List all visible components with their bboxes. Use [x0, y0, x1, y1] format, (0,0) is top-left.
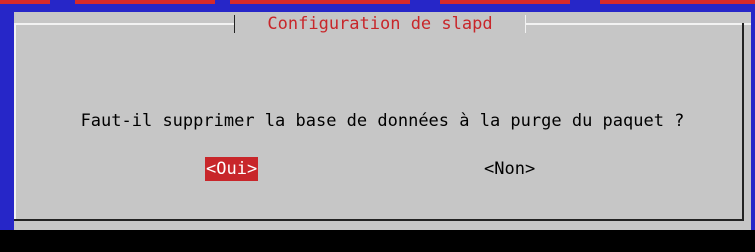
terminal-background-left [0, 12, 14, 230]
terminal-background-top [0, 0, 755, 12]
dialog-title: Configuration de slapd [235, 12, 525, 36]
red-line-artifact [440, 0, 570, 4]
yes-button[interactable]: <Oui> [205, 157, 259, 181]
dialog-question: Faut-il supprimer la base de données à l… [80, 111, 685, 131]
red-line-artifact [230, 0, 410, 4]
terminal-background-right [751, 12, 755, 230]
dialog-frame-top-left [14, 23, 235, 25]
red-line-artifact [0, 0, 50, 4]
dialog-frame-bottom [14, 219, 744, 221]
dialog-shadow [0, 230, 755, 252]
red-line-artifact [75, 0, 215, 4]
no-button[interactable]: <Non> [483, 157, 536, 181]
red-line-artifact [600, 0, 755, 4]
config-dialog: Configuration de slapd Faut-il supprimer… [14, 12, 751, 230]
dialog-frame-top-right [525, 23, 751, 25]
